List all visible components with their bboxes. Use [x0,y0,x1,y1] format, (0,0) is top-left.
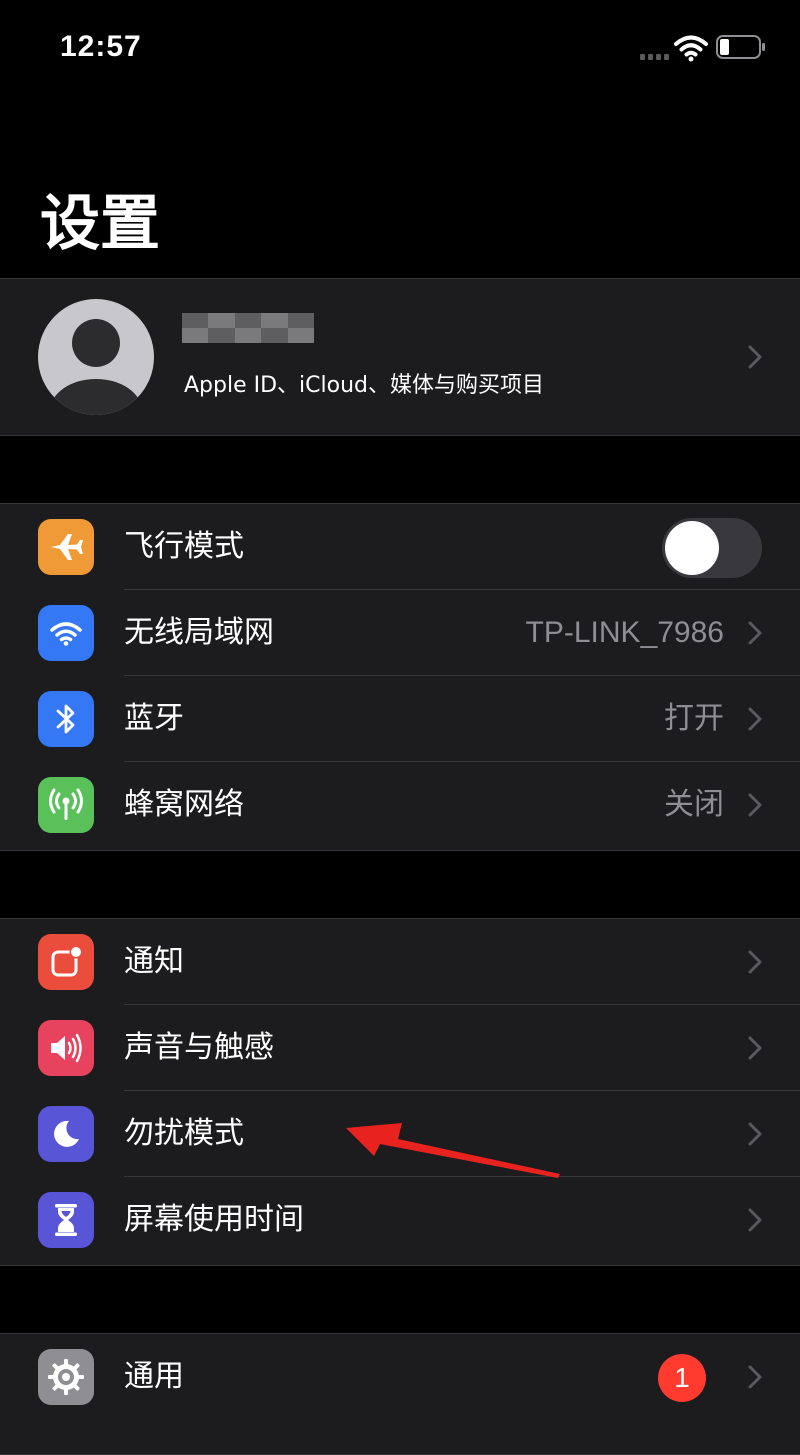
chevron-right-icon [748,1208,762,1232]
notifications-icon [38,934,94,990]
chevron-right-icon [748,1036,762,1060]
general-label: 通用 [124,1359,184,1394]
hourglass-icon [38,1192,94,1248]
apple-id-profile-row[interactable]: Apple ID、iCloud、媒体与购买项目 [0,278,800,436]
chevron-right-icon [748,707,762,731]
chevron-right-icon [748,345,762,369]
wifi-status-icon [674,35,708,62]
avatar-icon [38,299,154,415]
battery-icon [716,35,765,59]
status-bar: 12:57 [0,0,800,96]
airplane-icon [38,519,94,575]
do-not-disturb-label: 勿扰模式 [124,1116,244,1151]
screen-time-label: 屏幕使用时间 [124,1202,304,1237]
airplane-mode-label: 飞行模式 [124,529,244,564]
bluetooth-icon [38,691,94,747]
wifi-icon [38,605,94,661]
cellular-icon [38,777,94,833]
connectivity-group: 飞行模式 无线局域网 TP-LINK_7986 蓝牙 打开 蜂窝网络 关闭 [0,503,800,851]
settings-row-notifications[interactable]: 通知 [0,919,800,1005]
settings-row-sounds-haptics[interactable]: 声音与触感 [0,1005,800,1091]
cellular-status-value: 关闭 [664,788,724,821]
chevron-right-icon [748,1122,762,1146]
chevron-right-icon [748,950,762,974]
chevron-right-icon [748,1365,762,1389]
wifi-label: 无线局域网 [124,615,274,650]
settings-row-do-not-disturb[interactable]: 勿扰模式 [0,1091,800,1177]
toggle-knob [665,521,719,575]
moon-icon [38,1106,94,1162]
cellular-label: 蜂窝网络 [124,787,244,822]
update-badge: 1 [658,1354,706,1402]
settings-row-wifi[interactable]: 无线局域网 TP-LINK_7986 [0,590,800,676]
notifications-group: 通知 声音与触感 勿扰模式 屏幕使用时间 [0,918,800,1266]
settings-row-screen-time[interactable]: 屏幕使用时间 [0,1177,800,1263]
general-group: 通用 1 [0,1333,800,1455]
settings-row-airplane-mode[interactable]: 飞行模式 [0,504,800,590]
status-time: 12:57 [60,30,142,63]
gear-icon [38,1349,94,1405]
page-title: 设置 [40,189,160,259]
sounds-haptics-label: 声音与触感 [124,1030,274,1065]
settings-row-bluetooth[interactable]: 蓝牙 打开 [0,676,800,762]
wifi-network-value: TP-LINK_7986 [525,616,724,649]
bluetooth-status-value: 打开 [664,702,724,735]
speaker-icon [38,1020,94,1076]
settings-row-general[interactable]: 通用 1 [0,1334,800,1420]
airplane-mode-toggle[interactable] [662,518,762,578]
bluetooth-label: 蓝牙 [124,701,184,736]
chevron-right-icon [748,621,762,645]
profile-name-redacted [182,313,314,343]
chevron-right-icon [748,793,762,817]
cellular-signal-icon [640,50,669,60]
settings-row-cellular[interactable]: 蜂窝网络 关闭 [0,762,800,848]
profile-subtitle: Apple ID、iCloud、媒体与购买项目 [184,373,545,398]
notifications-label: 通知 [124,944,184,979]
